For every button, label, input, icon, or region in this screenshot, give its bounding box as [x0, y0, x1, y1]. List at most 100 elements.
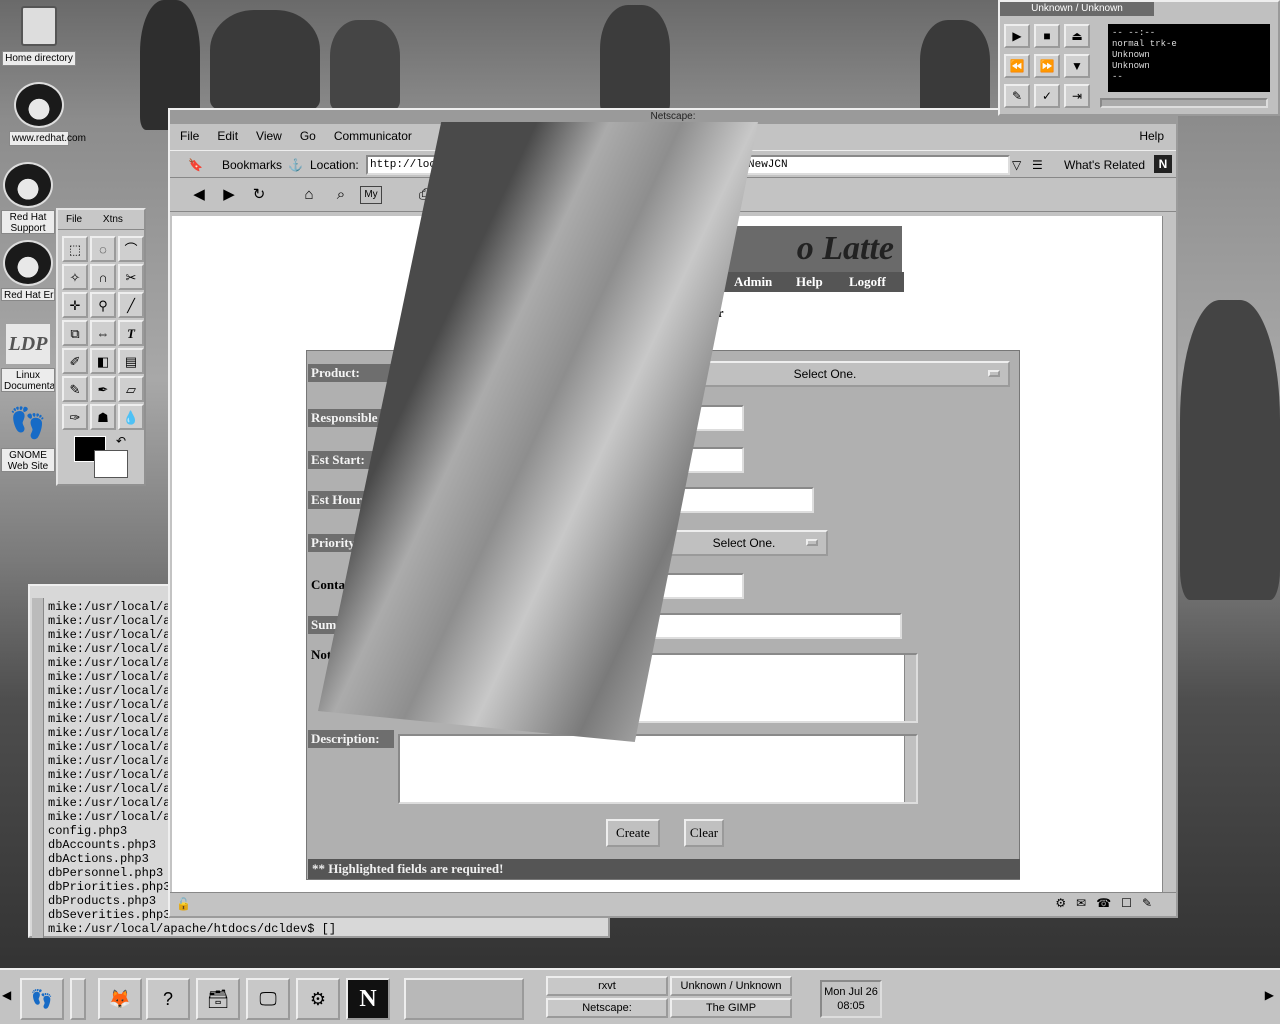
paintbrush-icon[interactable]: ✒	[90, 376, 116, 402]
crop-icon[interactable]: ╱	[118, 292, 144, 318]
move-icon[interactable]: ✛	[62, 292, 88, 318]
previous-track-icon[interactable]: ⏪	[1004, 54, 1030, 78]
gradient-icon[interactable]: ▤	[118, 348, 144, 374]
panel-hide-right-icon[interactable]: ▶	[1265, 988, 1274, 1002]
whats-related-icon[interactable]: ☰	[1032, 158, 1043, 172]
netscape-logo-icon: N	[1154, 155, 1172, 173]
contact-input[interactable]	[660, 573, 744, 599]
ellipse-select-icon[interactable]: ◌	[90, 236, 116, 262]
rect-select-icon[interactable]: ⬚	[62, 236, 88, 262]
blur-icon[interactable]: 💧	[118, 404, 144, 430]
security-lock-icon[interactable]: 🔓	[176, 897, 191, 911]
eject-icon[interactable]: ⏏	[1064, 24, 1090, 48]
textarea-scrollbar[interactable]	[904, 736, 916, 802]
home-icon[interactable]: ⌂	[298, 184, 320, 206]
terminal-launcher-icon[interactable]: 🖵	[246, 978, 290, 1020]
textarea-scrollbar[interactable]	[904, 655, 916, 721]
nav-admin-link[interactable]: Admin	[734, 272, 772, 292]
bookmarks-icon[interactable]: 🔖	[188, 158, 203, 172]
magic-wand-icon[interactable]: ✧	[62, 264, 88, 290]
gnome-foot-menu-icon[interactable]: 👣	[20, 978, 64, 1020]
description-textarea[interactable]	[398, 734, 918, 804]
pencil-icon[interactable]: ✎	[62, 376, 88, 402]
transform-icon[interactable]: ⧉	[62, 320, 88, 346]
background-rock	[920, 20, 990, 120]
file-manager-icon[interactable]: 🗃	[196, 978, 240, 1020]
scissors-icon[interactable]: ✂	[118, 264, 144, 290]
menu-help[interactable]: Help	[1139, 129, 1164, 143]
taskbar-rxvt[interactable]: rxvt	[546, 976, 668, 996]
reload-icon[interactable]: ↻	[248, 184, 270, 206]
summary-input[interactable]	[640, 613, 902, 639]
background-color-swatch[interactable]	[94, 450, 128, 478]
gimp-menu-file[interactable]: File	[66, 214, 82, 225]
taskbar-netscape[interactable]: Netscape:	[546, 998, 668, 1018]
panel-clock[interactable]: Mon Jul 26 08:05	[820, 980, 882, 1018]
whats-related-button[interactable]: What's Related	[1064, 158, 1145, 172]
notes-textarea[interactable]	[630, 653, 918, 723]
display-line: -- --:--	[1112, 28, 1156, 38]
menu-view[interactable]: View	[256, 129, 282, 143]
priority-select[interactable]: Select One.	[660, 530, 828, 556]
volume-slider[interactable]	[1100, 98, 1268, 108]
control-center-icon[interactable]: ⚙	[296, 978, 340, 1020]
desktop-icon-ldp[interactable]: LDP Linux Documentation	[0, 324, 56, 395]
terminal-scrollbar[interactable]	[32, 598, 44, 938]
lasso-icon[interactable]: ⌒	[118, 236, 144, 262]
color-picker-icon[interactable]: ✐	[62, 348, 88, 374]
terminal-prompt[interactable]: mike:/usr/local/apache/htdocs/dcldev$ []	[48, 922, 336, 936]
play-icon[interactable]: ▶	[1004, 24, 1030, 48]
forward-icon[interactable]: ▶	[218, 184, 240, 206]
display-line: normal trk-e	[1112, 39, 1177, 49]
bookmarks-button[interactable]: Bookmarks	[222, 158, 282, 172]
preferences-icon[interactable]: ✓	[1034, 84, 1060, 108]
desktop-icon-home[interactable]: Home directory	[0, 6, 78, 66]
desktop-icon-redhat-web[interactable]: www.redhat.com	[0, 82, 86, 146]
priority-select-value: Select One.	[712, 536, 776, 550]
gimp-menu-xtns[interactable]: Xtns	[103, 214, 123, 225]
exit-icon[interactable]: ⇥	[1064, 84, 1090, 108]
eraser-icon[interactable]: ▱	[118, 376, 144, 402]
my-netscape-icon[interactable]: My	[360, 186, 382, 204]
desktop-pager[interactable]	[404, 978, 524, 1020]
edit-icon[interactable]: ✎	[1004, 84, 1030, 108]
menu-file[interactable]: File	[180, 129, 199, 143]
nav-logoff-link[interactable]: Logoff	[849, 272, 886, 292]
stop-icon[interactable]: ■	[1034, 24, 1060, 48]
menu-go[interactable]: Go	[300, 129, 316, 143]
url-dropdown-icon[interactable]: ▽	[1012, 158, 1021, 172]
background-rock	[210, 10, 320, 110]
text-icon[interactable]: T	[118, 320, 144, 346]
component-bar-icons[interactable]: ⚙✉☎☐✎	[1055, 896, 1162, 910]
panel-hide-left-icon[interactable]: ◀	[2, 988, 11, 1002]
taskbar-cd-player[interactable]: Unknown / Unknown	[670, 976, 792, 996]
help-launcher-icon[interactable]: ?	[146, 978, 190, 1020]
back-icon[interactable]: ◀	[188, 184, 210, 206]
bezier-icon[interactable]: ∩	[90, 264, 116, 290]
track-menu-icon[interactable]: ▼	[1064, 54, 1090, 78]
netscape-launcher-icon[interactable]: N	[346, 978, 390, 1020]
taskbar-gimp[interactable]: The GIMP	[670, 998, 792, 1018]
swap-colors-icon[interactable]: ↶	[116, 434, 126, 448]
redhat-icon	[14, 82, 64, 128]
airbrush-icon[interactable]: ✑	[62, 404, 88, 430]
location-label: Location:	[310, 158, 359, 172]
vertical-scrollbar[interactable]	[1162, 216, 1174, 892]
menu-edit[interactable]: Edit	[217, 129, 238, 143]
gimp-launcher-icon[interactable]: 🦊	[98, 978, 142, 1020]
next-track-icon[interactable]: ⏩	[1034, 54, 1060, 78]
flip-icon[interactable]: ⇔	[90, 320, 116, 346]
menu-communicator[interactable]: Communicator	[334, 129, 412, 143]
search-icon[interactable]: ⌕	[330, 184, 352, 206]
clear-button[interactable]: Clear	[684, 819, 724, 847]
magnify-icon[interactable]: ⚲	[90, 292, 116, 318]
status-bar: 🔓 ⚙✉☎☐✎	[170, 892, 1176, 916]
create-button[interactable]: Create	[606, 819, 660, 847]
desktop-icon-redhat-errata[interactable]: Red Hat Errata	[0, 240, 56, 304]
nav-help-link[interactable]: Help	[796, 272, 823, 292]
clone-icon[interactable]: ☗	[90, 404, 116, 430]
clock-date: Mon Jul 26	[824, 986, 878, 998]
bucket-fill-icon[interactable]: ◧	[90, 348, 116, 374]
desktop-icon-redhat-support[interactable]: Red Hat Support	[0, 162, 56, 237]
desktop-icon-gnome[interactable]: 👣 GNOME Web Site	[0, 404, 56, 475]
